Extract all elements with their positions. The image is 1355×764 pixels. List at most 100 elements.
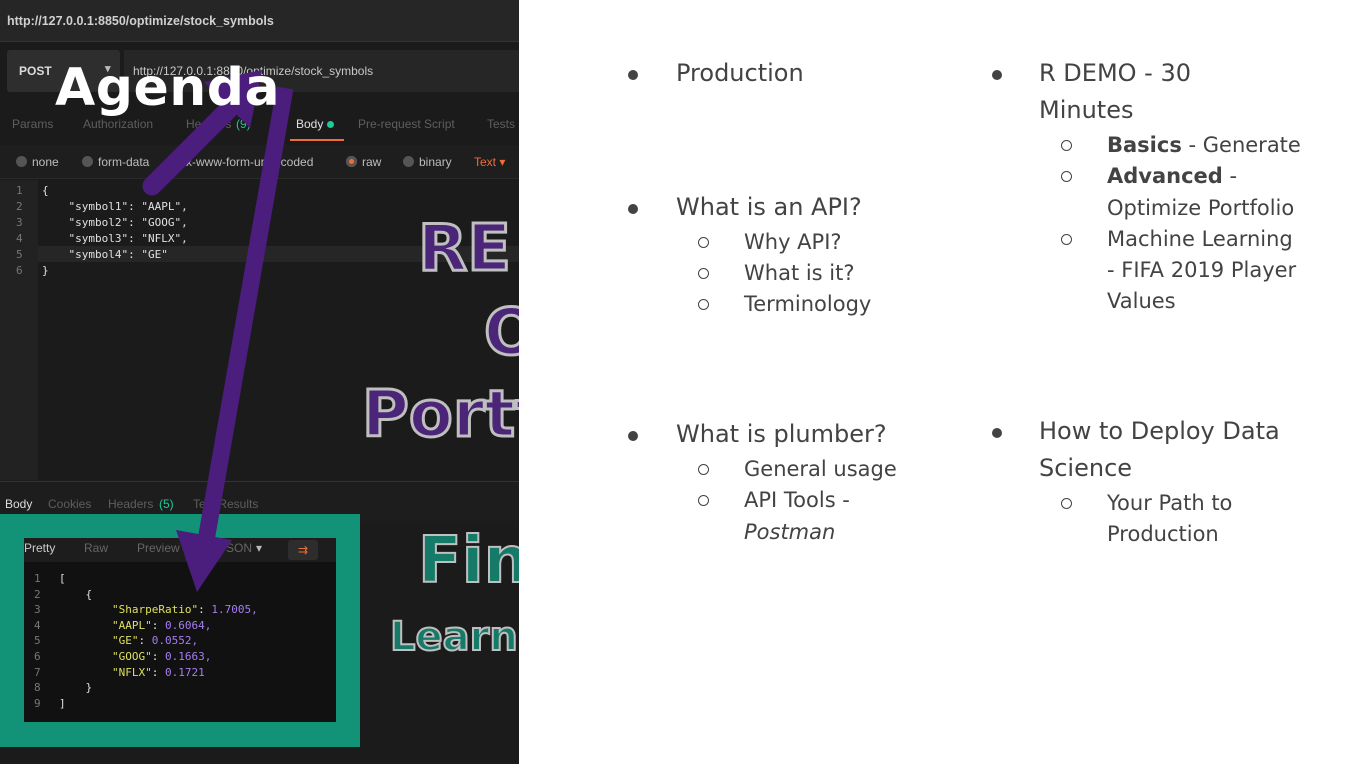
sub-bullet-icon xyxy=(698,299,709,310)
active-tab-indicator xyxy=(290,139,344,141)
tab-pre-request-script[interactable]: Pre-request Script xyxy=(358,117,455,131)
agenda-subitem: Terminology xyxy=(744,292,872,316)
overlay-text: Portf xyxy=(361,377,519,454)
tab-tests[interactable]: Tests xyxy=(487,117,515,131)
json-value: 1.7005, xyxy=(211,603,258,617)
radio-icon xyxy=(403,156,414,167)
agenda-subitem: Your Path to xyxy=(1107,491,1233,515)
agenda-subitem-line3: Values xyxy=(1107,289,1176,313)
sub-bullet-icon xyxy=(698,495,709,506)
line-number: 5 xyxy=(34,634,41,648)
agenda-subitem: Basics - Generate xyxy=(1107,130,1301,161)
json-key: "GE" xyxy=(111,634,139,648)
line-number: 3 xyxy=(34,603,41,617)
radio-urlencoded[interactable]: x-www-form-urlencoded xyxy=(170,155,313,169)
tab-headers-count: (9) xyxy=(236,117,251,131)
agenda-item-demo-line2: Minutes xyxy=(1039,96,1134,124)
chevron-down-icon: ▾ xyxy=(256,541,263,555)
radio-icon xyxy=(170,156,181,167)
radio-none[interactable]: none xyxy=(16,155,59,169)
json-value: 0.0552, xyxy=(151,634,199,648)
sub-bullet-icon xyxy=(1061,140,1072,151)
line-number: 3 xyxy=(16,216,23,229)
radio-raw[interactable]: raw xyxy=(346,155,381,169)
radio-urlencoded-label: x-www-form-urlencoded xyxy=(186,155,314,169)
method-label: POST xyxy=(19,64,52,78)
line-number: 2 xyxy=(34,587,41,601)
tab-cookies[interactable]: Cookies xyxy=(48,497,91,511)
line-number: 6 xyxy=(34,650,41,663)
response-toolbar: Pretty Raw Preview JSON ▾ ⇉ xyxy=(24,538,336,562)
overlay-text: Learni xyxy=(389,613,519,661)
view-raw[interactable]: Raw xyxy=(84,541,108,555)
radio-icon xyxy=(16,156,27,167)
tab-headers[interactable]: Headers xyxy=(186,117,231,131)
json-key: "NFLX" xyxy=(111,665,152,679)
view-pretty[interactable]: Pretty xyxy=(24,541,55,555)
bullet-icon xyxy=(992,70,1002,80)
sub-bullet-icon xyxy=(698,237,709,248)
tab-body-label: Body xyxy=(296,117,324,131)
radio-binary[interactable]: binary xyxy=(403,155,452,169)
subitem-rest: - Generate xyxy=(1181,133,1301,157)
agenda-subitem: Postman xyxy=(744,520,836,544)
line-number: 2 xyxy=(16,200,23,213)
line-number: 5 xyxy=(16,248,23,261)
agenda-item-production: Production xyxy=(676,59,804,87)
json-value: 0.6064, xyxy=(164,618,212,632)
json-value: 0.1721 xyxy=(164,665,205,679)
json-key: "SharpeRatio" xyxy=(111,603,199,617)
radio-form-data[interactable]: form-data xyxy=(82,155,149,169)
bullet-icon xyxy=(992,428,1002,438)
code-line: "GOOG": 0.1663, xyxy=(111,650,212,663)
response-viewer[interactable]: Pretty Raw Preview JSON ▾ ⇉ 1 [2 {3 "Shar… xyxy=(24,538,336,722)
status-dot-icon xyxy=(327,121,335,128)
agenda-subitem: What is it? xyxy=(744,261,855,285)
overlay-text: RE xyxy=(417,211,513,288)
content-type-dropdown[interactable]: Text ▾ xyxy=(474,155,505,169)
overlay-text: Fin xyxy=(417,523,519,599)
code-line: "symbol3": "NFLX", xyxy=(42,232,188,245)
wrap-lines-icon[interactable]: ⇉ xyxy=(288,540,318,560)
code-line: ] xyxy=(59,696,66,710)
json-value: 0.1663, xyxy=(164,650,212,663)
radio-form-data-label: form-data xyxy=(98,155,150,169)
content-type-label: Text xyxy=(474,155,497,169)
tab-authorization[interactable]: Authorization xyxy=(83,117,153,131)
code-line: } xyxy=(42,264,49,277)
code-line: "symbol1": "AAPL", xyxy=(42,200,188,213)
tab-test-results[interactable]: Test Results xyxy=(193,497,258,511)
radio-raw-label: raw xyxy=(362,155,382,169)
view-preview[interactable]: Preview xyxy=(137,541,180,555)
code-line: "NFLX": 0.1721 xyxy=(111,665,205,679)
top-url-text: http://127.0.0.1:8850/optimize/stock_sym… xyxy=(7,14,274,28)
line-number: 1 xyxy=(16,184,23,197)
agenda-subitem: API Tools - xyxy=(744,488,850,512)
browser-url-bar[interactable]: http://127.0.0.1:8850/optimize/stock_sym… xyxy=(0,0,519,42)
tab-response-headers[interactable]: Headers xyxy=(108,497,153,511)
agenda-subitem: Why API? xyxy=(744,230,842,254)
agenda-subitem-line2: Optimize Portfolio xyxy=(1107,196,1295,220)
radio-selected-icon xyxy=(346,156,357,167)
line-number: 8 xyxy=(34,681,41,695)
code-line: "symbol2": "GOOG", xyxy=(42,216,188,229)
line-number: 1 xyxy=(34,572,41,585)
subitem-rest: - xyxy=(1222,164,1238,188)
bullet-icon xyxy=(628,431,638,441)
tab-params[interactable]: Params xyxy=(12,117,53,131)
sub-bullet-icon xyxy=(698,464,709,475)
code-line: { xyxy=(59,587,93,601)
subitem-bold: Basics xyxy=(1107,133,1182,157)
subitem-bold: Advanced xyxy=(1107,164,1223,188)
line-number: 4 xyxy=(16,232,23,245)
line-number: 7 xyxy=(34,665,41,679)
tab-response-body[interactable]: Body xyxy=(5,497,32,511)
tab-body[interactable]: Body xyxy=(296,117,335,131)
radio-none-label: none xyxy=(32,155,59,169)
sub-bullet-icon xyxy=(1061,234,1072,245)
agenda-subitem: General usage xyxy=(744,457,897,481)
format-dropdown[interactable]: JSON xyxy=(220,541,252,555)
json-key: "GOOG" xyxy=(111,650,152,663)
tab-response-headers-count: (5) xyxy=(159,497,174,511)
radio-icon xyxy=(82,156,93,167)
